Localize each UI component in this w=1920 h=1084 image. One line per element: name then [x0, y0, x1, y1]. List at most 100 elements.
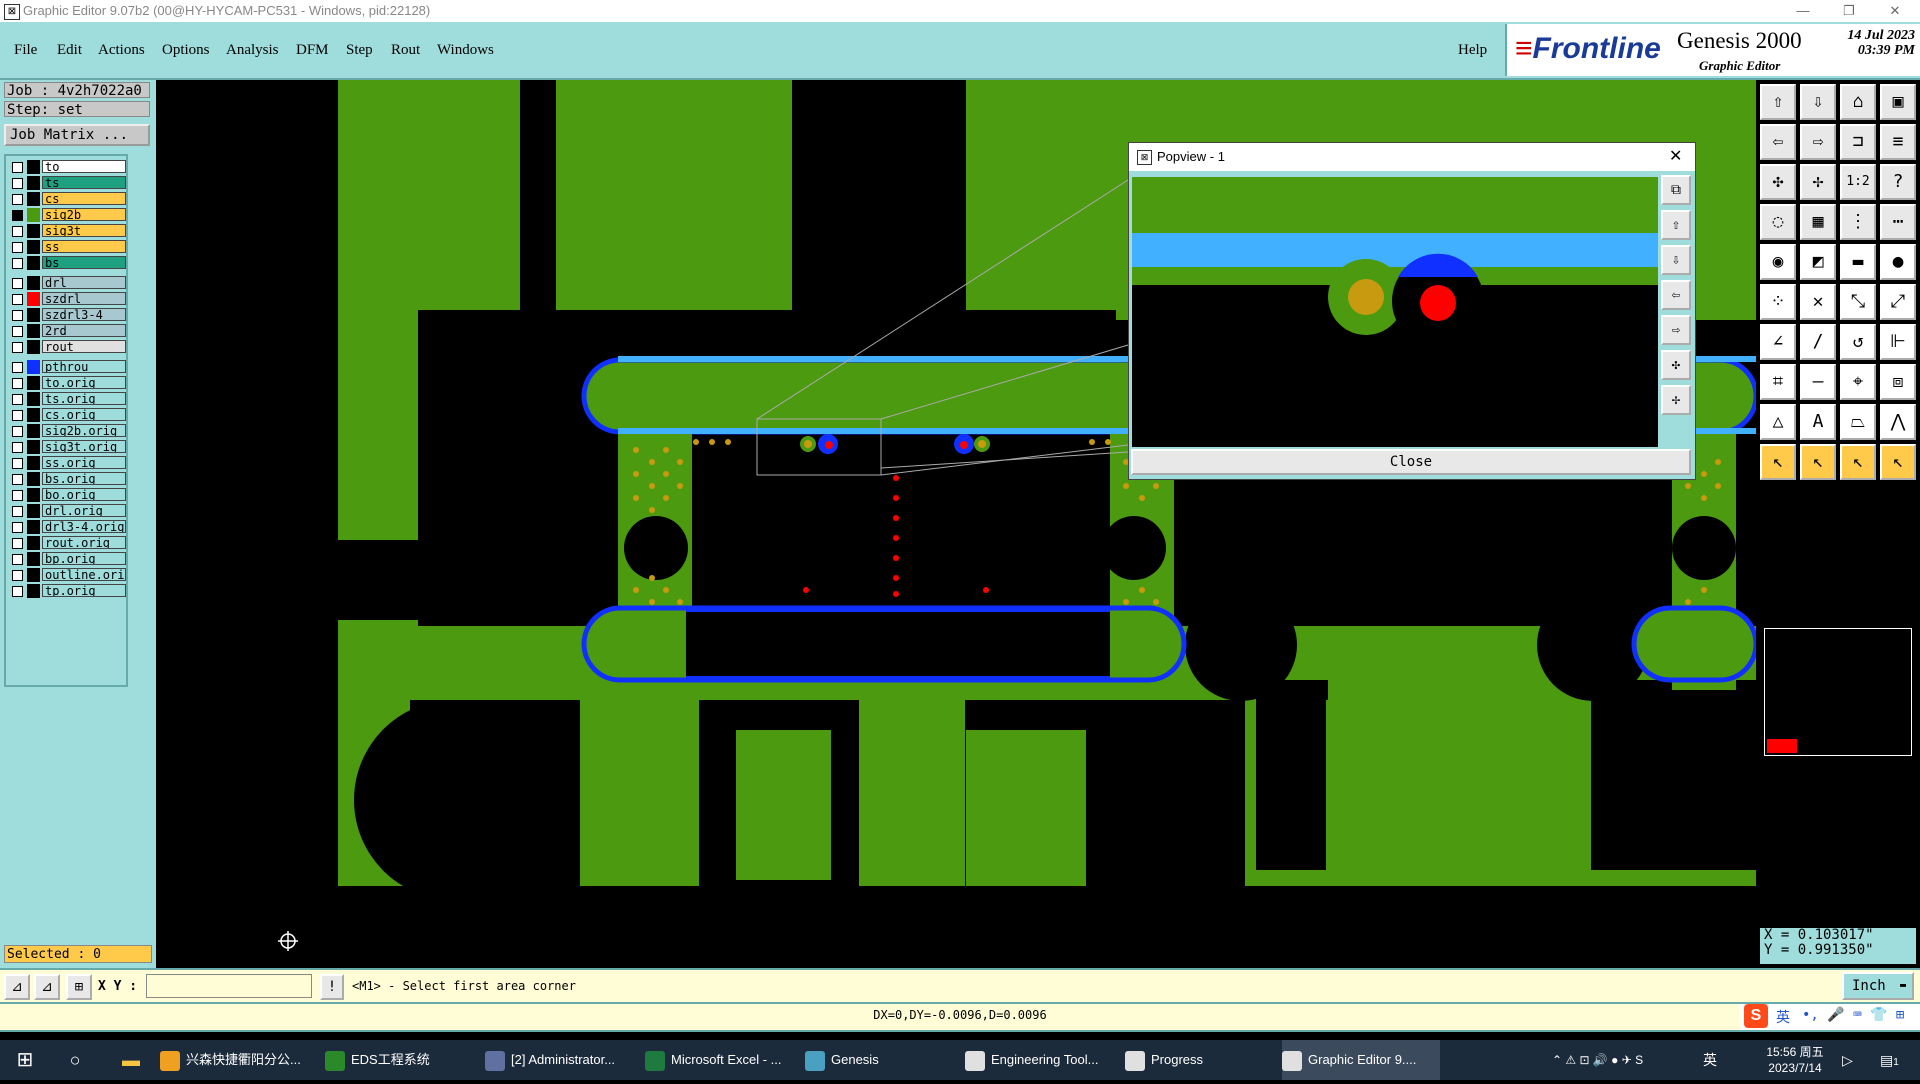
pv-pan-left-icon[interactable]: ⇦: [1661, 280, 1691, 310]
redraw-icon[interactable]: ◌: [1760, 204, 1796, 240]
ime-toolbar[interactable]: S 英 •, 🎤 ⌨ 👕 ⊞: [1740, 1004, 1920, 1030]
layer-checkbox[interactable]: [12, 178, 23, 189]
measure-icon[interactable]: ▬: [1840, 244, 1876, 280]
layer-name[interactable]: 2rd: [42, 324, 126, 337]
layer-checkbox[interactable]: [12, 586, 23, 597]
layer-checkbox[interactable]: [12, 242, 23, 253]
popview-window[interactable]: ⊠ Popview - 1 ✕ ⧉ ⇧ ⇩ ⇦ ⇨ ✣ ✢ Close: [1128, 142, 1696, 480]
layer-name[interactable]: ss: [42, 240, 126, 253]
layer-checkbox[interactable]: [12, 258, 23, 269]
select-icon[interactable]: ◉: [1760, 244, 1796, 280]
layer-checkbox[interactable]: [12, 310, 23, 321]
save-icon[interactable]: ⇩: [1800, 84, 1836, 120]
layer-name[interactable]: outline.orig: [42, 568, 126, 581]
menu-file[interactable]: File: [14, 42, 37, 59]
layer-checkbox[interactable]: [12, 226, 23, 237]
xy-input[interactable]: [146, 974, 312, 998]
target-icon[interactable]: ⌖: [1840, 364, 1876, 400]
layer-name[interactable]: drl3-4.orig: [42, 520, 126, 533]
taskbar-app[interactable]: Microsoft Excel - ...: [645, 1040, 795, 1080]
start-icon[interactable]: ⊞: [10, 1040, 40, 1080]
pv-zoom-out-icon[interactable]: ✢: [1661, 385, 1691, 415]
layer-checkbox[interactable]: [12, 442, 23, 453]
close-button[interactable]: ✕: [1872, 0, 1918, 22]
snap-mode-icon[interactable]: ⊿: [4, 974, 30, 1000]
menu-dfm[interactable]: DFM: [296, 42, 329, 59]
home-icon[interactable]: ⌂: [1840, 84, 1876, 120]
grid-icon[interactable]: ⊞: [66, 974, 92, 1000]
scale-icon[interactable]: 1:2: [1840, 164, 1876, 200]
menu-edit[interactable]: Edit: [57, 42, 82, 59]
layer-name[interactable]: bo.orig: [42, 488, 126, 501]
layer-checkbox[interactable]: [12, 194, 23, 205]
taskbar-app[interactable]: [2] Administrator...: [485, 1040, 635, 1080]
tray-icons[interactable]: ⌃ ⚠ ⊡ 🔊 ● ✈ S: [1552, 1040, 1643, 1080]
layer-checkbox[interactable]: [12, 490, 23, 501]
pointer-multi-icon[interactable]: ↖: [1880, 444, 1916, 480]
layer-checkbox[interactable]: [12, 394, 23, 405]
show-desktop-icon[interactable]: ▷: [1842, 1040, 1853, 1080]
pad-icon[interactable]: ●: [1880, 244, 1916, 280]
sogou-ime-icon[interactable]: S: [1744, 1004, 1768, 1028]
layer-checkbox[interactable]: [12, 294, 23, 305]
layer-checkbox[interactable]: [12, 554, 23, 565]
layer-checkbox[interactable]: [12, 522, 23, 533]
layer-checkbox[interactable]: [12, 458, 23, 469]
net-icon[interactable]: ⁘: [1760, 284, 1796, 320]
menu-windows[interactable]: Windows: [437, 42, 494, 59]
layer-checkbox[interactable]: [12, 474, 23, 485]
layer-checkbox[interactable]: [12, 210, 23, 221]
peak-icon[interactable]: ⋀: [1880, 404, 1916, 440]
pv-pan-down-icon[interactable]: ⇩: [1661, 245, 1691, 275]
layer-name[interactable]: ts: [42, 176, 126, 189]
measure-mode-icon[interactable]: ⊿: [34, 974, 60, 1000]
open-icon[interactable]: ⇧: [1760, 84, 1796, 120]
info-icon[interactable]: !: [320, 974, 344, 1000]
slope-icon[interactable]: ∕: [1800, 324, 1836, 360]
pv-pan-up-icon[interactable]: ⇧: [1661, 210, 1691, 240]
layer-name[interactable]: sig2b: [42, 208, 126, 221]
taskbar-app[interactable]: Genesis: [805, 1040, 955, 1080]
window-icon[interactable]: ▣: [1880, 84, 1916, 120]
zoom-box-icon[interactable]: ⊐: [1840, 124, 1876, 160]
layer-checkbox[interactable]: [12, 538, 23, 549]
taskbar-app[interactable]: 兴森快捷衢阳分公...: [160, 1040, 310, 1080]
layer-name[interactable]: bp.orig: [42, 552, 126, 565]
popview-title-bar[interactable]: ⊠ Popview - 1 ✕: [1129, 143, 1695, 171]
layer-checkbox[interactable]: [12, 426, 23, 437]
layer-name[interactable]: sig3t: [42, 224, 126, 237]
layer-name[interactable]: bs: [42, 256, 126, 269]
layer-name[interactable]: to.orig: [42, 376, 126, 389]
route-icon[interactable]: ⊩: [1880, 324, 1916, 360]
overview-map[interactable]: [1764, 628, 1912, 756]
snap-icon[interactable]: ⋮: [1840, 204, 1876, 240]
layer-name[interactable]: to: [42, 160, 126, 173]
menu-step[interactable]: Step: [346, 42, 373, 59]
tray-ime[interactable]: 英: [1703, 1040, 1717, 1080]
layer-name[interactable]: sig3t.orig: [42, 440, 126, 453]
search-icon[interactable]: ○: [60, 1040, 90, 1080]
menu-actions[interactable]: Actions: [98, 42, 145, 59]
angle-icon[interactable]: ∠: [1760, 324, 1796, 360]
clock[interactable]: 15:56 周五 2023/7/14: [1760, 1040, 1830, 1084]
file-explorer-icon[interactable]: ▬: [116, 1040, 146, 1080]
layer-checkbox[interactable]: [12, 278, 23, 289]
popview-close-button[interactable]: Close: [1131, 449, 1691, 475]
connect-icon[interactable]: ⤡: [1840, 284, 1876, 320]
pointer-icon[interactable]: ↖: [1760, 444, 1796, 480]
highlight-icon[interactable]: ◩: [1800, 244, 1836, 280]
move-icon[interactable]: ⌗: [1760, 364, 1796, 400]
pan-left-icon[interactable]: ⇦: [1760, 124, 1796, 160]
taskbar-app[interactable]: EDS工程系统: [325, 1040, 465, 1080]
menu-analysis[interactable]: Analysis: [226, 42, 279, 59]
grid-icon[interactable]: ▦: [1800, 204, 1836, 240]
layer-name[interactable]: bs.orig: [42, 472, 126, 485]
restore-button[interactable]: ❐: [1826, 0, 1872, 22]
zoom-out-icon[interactable]: ✢: [1800, 164, 1836, 200]
menu-rout[interactable]: Rout: [391, 42, 420, 59]
pan-right-icon[interactable]: ⇨: [1800, 124, 1836, 160]
layer-name[interactable]: szdrl: [42, 292, 126, 305]
layer-checkbox[interactable]: [12, 378, 23, 389]
trapezoid-icon[interactable]: ⏢: [1840, 404, 1876, 440]
taskbar-app[interactable]: Progress: [1125, 1040, 1275, 1080]
